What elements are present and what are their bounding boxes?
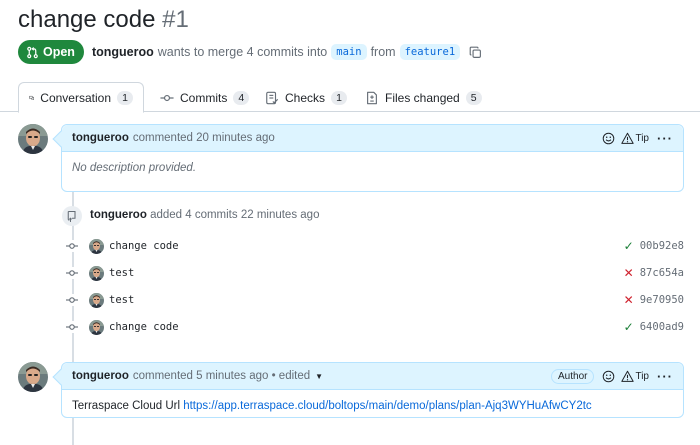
commit-message[interactable]: test — [109, 267, 134, 279]
timeline-line-bottom — [72, 418, 74, 445]
x-icon[interactable]: ✕ — [624, 266, 634, 280]
tab-files-changed[interactable]: Files changed 5 — [355, 82, 492, 113]
smiley-icon — [603, 370, 615, 382]
comment-body-text: Terraspace Cloud Url — [72, 400, 181, 412]
commit-author-avatar[interactable] — [89, 320, 104, 335]
pull-request-icon — [27, 46, 38, 58]
reaction-button[interactable] — [602, 370, 615, 383]
commit-row: test ✕ 9e70950 — [66, 290, 684, 310]
commit-sha[interactable]: 87c654a — [640, 267, 684, 279]
commit-event-action: added 4 commits 22 minutes ago — [150, 209, 320, 221]
avatar[interactable] — [18, 124, 48, 154]
reaction-button[interactable] — [602, 132, 615, 145]
commit-author-avatar[interactable] — [89, 266, 104, 281]
commit-author-avatar[interactable] — [89, 239, 104, 254]
tab-checks-count: 1 — [331, 90, 348, 105]
comment-box: tongueroo commented 20 minutes ago Tip ·… — [52, 124, 684, 192]
tab-conversation[interactable]: Conversation 1 — [18, 82, 144, 113]
file-diff-icon — [367, 91, 377, 104]
tip-button[interactable]: Tip — [621, 370, 649, 383]
tab-checks-label: Checks — [285, 90, 326, 105]
check-icon[interactable]: ✓ — [624, 320, 634, 334]
merge-text: wants to merge 4 commits into — [157, 45, 328, 59]
comment-timestamp[interactable]: commented 20 minutes ago — [133, 132, 275, 144]
git-commit-icon — [66, 267, 78, 279]
commit-message[interactable]: test — [109, 294, 134, 306]
head-branch[interactable]: feature1 — [399, 44, 461, 60]
checklist-icon — [266, 91, 279, 104]
terraspace-cloud-link[interactable]: https://app.terraspace.cloud/boltops/mai… — [183, 400, 591, 412]
git-commit-icon — [66, 240, 78, 252]
comment-timestamp[interactable]: commented 5 minutes ago • edited — [133, 370, 310, 382]
comment-body: Terraspace Cloud Url https://app.terrasp… — [62, 390, 683, 422]
avatar-image — [18, 124, 48, 154]
kebab-menu-icon[interactable]: ··· — [657, 369, 673, 384]
pr-title-text: change code — [18, 6, 156, 33]
comment-box: tongueroo commented 5 minutes ago • edit… — [52, 362, 684, 418]
commit-message[interactable]: change code — [109, 240, 179, 252]
git-commit-icon — [66, 294, 78, 306]
tab-checks[interactable]: Checks 1 — [255, 82, 357, 113]
pr-title: change code #1 — [18, 6, 189, 34]
tab-commits-label: Commits — [180, 90, 228, 105]
alert-icon — [621, 370, 635, 382]
commit-event-author[interactable]: tongueroo — [90, 209, 147, 221]
state-label: Open — [43, 45, 75, 59]
git-commit-icon — [66, 321, 78, 333]
kebab-menu-icon[interactable]: ··· — [657, 131, 673, 146]
pr-number: #1 — [162, 6, 189, 33]
tip-label: Tip — [635, 132, 649, 144]
comment-header: tongueroo commented 20 minutes ago Tip ·… — [62, 125, 683, 152]
commit-row: change code ✓ 6400ad9 — [66, 317, 684, 337]
commit-author-avatar[interactable] — [89, 293, 104, 308]
repo-push-icon-badge — [62, 206, 82, 226]
comment-header: tongueroo commented 5 minutes ago • edit… — [62, 363, 683, 390]
comment-discussion-icon — [29, 95, 35, 100]
avatar[interactable] — [18, 362, 48, 392]
commit-message[interactable]: change code — [109, 321, 179, 333]
base-branch[interactable]: main — [331, 44, 367, 60]
repo-push-icon — [67, 210, 76, 222]
tab-files-changed-count: 5 — [465, 90, 482, 105]
alert-icon — [621, 132, 635, 144]
tip-label: Tip — [635, 370, 649, 382]
tip-button[interactable]: Tip — [621, 132, 649, 145]
commit-sha[interactable]: 6400ad9 — [640, 321, 684, 333]
copy-icon[interactable] — [469, 46, 482, 59]
tab-files-changed-label: Files changed — [385, 90, 460, 105]
pr-author-link[interactable]: tongueroo — [92, 45, 154, 59]
commit-sha[interactable]: 9e70950 — [640, 294, 684, 306]
comment-author[interactable]: tongueroo — [72, 132, 129, 144]
commit-event-text: tongueroo added 4 commits 22 minutes ago — [90, 209, 319, 221]
commit-sha[interactable]: 00b92e8 — [640, 240, 684, 252]
smiley-icon — [603, 132, 615, 144]
tab-conversation-count: 1 — [117, 90, 133, 105]
commit-row: test ✕ 87c654a — [66, 263, 684, 283]
state-badge: Open — [18, 40, 84, 64]
pr-tabs: Conversation 1 Commits 4 Checks 1 Files … — [0, 82, 700, 113]
commit-row: change code ✓ 00b92e8 — [66, 236, 684, 256]
tab-commits-count: 4 — [233, 90, 250, 105]
check-icon[interactable]: ✓ — [624, 239, 634, 253]
x-icon[interactable]: ✕ — [624, 293, 634, 307]
edited-dropdown-icon[interactable]: ▼ — [315, 372, 323, 381]
comment-body: No description provided. — [72, 162, 197, 174]
author-label: Author — [551, 368, 595, 384]
comment-author[interactable]: tongueroo — [72, 370, 129, 382]
pr-meta: Open tongueroo wants to merge 4 commits … — [18, 40, 482, 64]
git-commit-icon — [160, 94, 174, 101]
from-text: from — [370, 45, 396, 59]
avatar-image — [18, 362, 48, 392]
tab-commits[interactable]: Commits 4 — [150, 82, 259, 113]
tab-conversation-label: Conversation — [40, 90, 111, 105]
